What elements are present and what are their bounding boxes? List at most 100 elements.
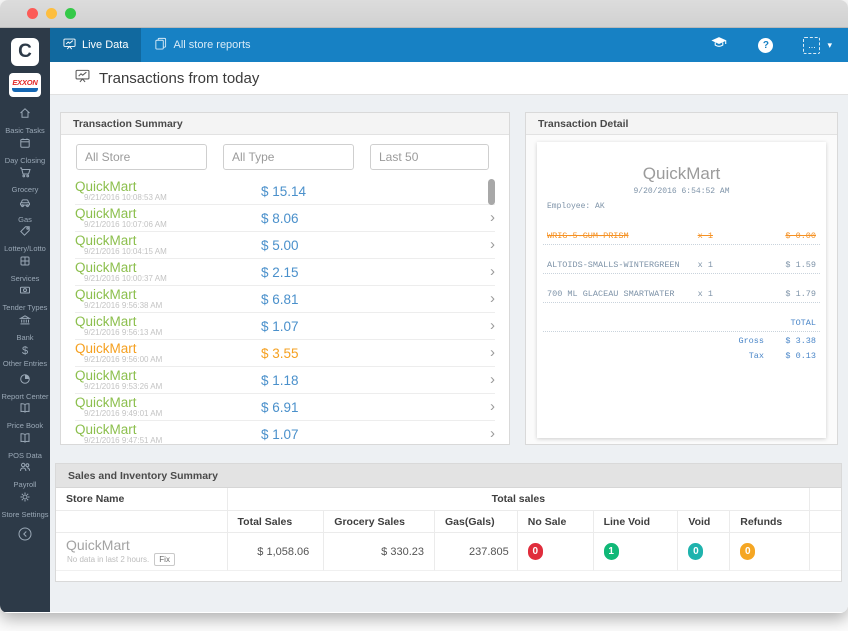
graduation-cap-icon[interactable] (710, 36, 728, 54)
receipt-items: WRIG-5-GUM-PRISM x 1 $ 0.00 ALTOIDS-SMAL… (537, 231, 826, 303)
transaction-amount: $ 5.00 (261, 237, 299, 253)
sidebar-item-basic-tasks[interactable]: Basic Tasks (0, 106, 50, 136)
sidebar-item-gas[interactable]: Gas (0, 195, 50, 225)
limit-filter-input[interactable] (370, 144, 489, 170)
gear-icon (19, 490, 31, 508)
receipt-tax-line: Tax $ 0.13 (748, 351, 816, 361)
sidebar-item-other-entries[interactable]: $ Other Entries (0, 342, 50, 372)
gas-gals-value: 237.805 (435, 533, 518, 571)
bank-icon (18, 313, 32, 331)
tab-label: Live Data (82, 39, 129, 51)
page-title: Transactions from today (99, 69, 260, 87)
transaction-list: QuickMart9/21/2016 10:08:53 AM $ 15.14 ›… (61, 178, 509, 446)
tab-all-store-reports[interactable]: All store reports (141, 28, 263, 62)
sidebar-item-label: Payroll (13, 480, 37, 490)
receipt-divider (543, 273, 820, 274)
transaction-time: 9/21/2016 10:00:37 AM (84, 274, 167, 283)
tab-live-data[interactable]: Live Data (50, 28, 142, 62)
transaction-row[interactable]: QuickMart 9/21/2016 10:07:06 AM $ 8.06 › (75, 205, 495, 232)
transaction-row[interactable]: QuickMart 9/21/2016 9:56:38 AM $ 6.81 › (75, 286, 495, 313)
top-navbar: Live Data All store reports ? ... ▾ (50, 28, 848, 62)
sidebar-item-label: Other Entries (2, 359, 48, 369)
tab-label: All store reports (173, 39, 251, 51)
store-name: QuickMart (75, 260, 137, 275)
content-area: Transaction Summary QuickMart9/21/2016 1… (50, 95, 848, 612)
store-filter-input[interactable] (76, 144, 207, 170)
transaction-row[interactable]: QuickMart9/21/2016 10:08:53 AM $ 15.14 › (75, 178, 495, 205)
transaction-time: 9/21/2016 9:53:26 AM (84, 382, 163, 391)
transaction-row-highlighted[interactable]: QuickMart 9/21/2016 9:56:00 AM $ 3.55 › (75, 340, 495, 367)
transaction-time: 9/21/2016 9:56:00 AM (84, 355, 163, 364)
receipt-divider (543, 244, 820, 245)
fix-button[interactable]: Fix (154, 552, 175, 566)
chevron-right-icon: › (490, 290, 495, 307)
store-name-header: Store Name (56, 488, 228, 511)
scrollbar-thumb[interactable] (488, 179, 495, 205)
store-name: QuickMart (75, 287, 137, 302)
user-menu[interactable]: ... ▾ (803, 36, 832, 54)
transaction-row[interactable]: QuickMart 9/21/2016 9:49:01 AM $ 6.91 › (75, 394, 495, 421)
store-cell: QuickMart No data in last 2 hours. Fix (56, 533, 228, 571)
calendar-icon (19, 136, 31, 154)
sidebar-item-label: POS Data (8, 450, 42, 460)
sidebar-collapse-button[interactable] (17, 526, 33, 547)
exxon-logo-text: EXXON (12, 78, 38, 87)
refunds-cell: 0 (730, 533, 811, 571)
store-name: QuickMart (75, 179, 137, 194)
receipt-divider (543, 302, 820, 303)
receipt-total-label: TOTAL (790, 318, 816, 328)
transaction-amount: $ 2.15 (261, 264, 299, 280)
zoom-button[interactable] (65, 8, 76, 19)
sidebar-item-label: Report Center (1, 391, 49, 401)
sidebar-item-lottery[interactable]: Lottery/Lotto (0, 224, 50, 254)
sidebar-item-payroll[interactable]: Payroll (0, 460, 50, 490)
void-badge: 0 (688, 543, 704, 560)
app-logo[interactable]: C (11, 38, 39, 66)
no-sale-badge: 0 (527, 543, 543, 560)
transaction-row[interactable]: QuickMart 9/21/2016 10:00:37 AM $ 2.15 › (75, 259, 495, 286)
app-window: C EXXON Basic Tasks Day Closing Grocery (0, 0, 848, 613)
empty-header-cell (810, 511, 841, 533)
panel-title: Sales and Inventory Summary (56, 464, 841, 488)
receipt-item-voided: WRIG-5-GUM-PRISM x 1 $ 0.00 (547, 231, 816, 241)
transaction-time: 9/21/2016 10:04:15 AM (84, 247, 167, 256)
sidebar-item-grocery[interactable]: Grocery (0, 165, 50, 195)
sidebar-item-bank[interactable]: Bank (0, 313, 50, 343)
exxon-logo[interactable]: EXXON (9, 73, 41, 97)
minimize-button[interactable] (46, 8, 57, 19)
sidebar-item-label: Lottery/Lotto (4, 244, 46, 254)
sidebar-item-services[interactable]: Services (0, 254, 50, 284)
transaction-summary-panel: Transaction Summary QuickMart9/21/2016 1… (60, 112, 510, 445)
pie-chart-icon (19, 372, 31, 390)
dollar-icon: $ (21, 345, 29, 358)
transaction-row[interactable]: QuickMart 9/21/2016 10:04:15 AM $ 5.00 › (75, 232, 495, 259)
ticket-tag-icon (19, 224, 31, 242)
store-name: QuickMart (66, 536, 130, 553)
sidebar-item-day-closing[interactable]: Day Closing (0, 136, 50, 166)
store-name: QuickMart (75, 368, 137, 383)
transaction-row[interactable]: QuickMart 9/21/2016 9:53:26 AM $ 1.18 › (75, 367, 495, 394)
close-button[interactable] (27, 8, 38, 19)
sidebar-item-label: Tender Types (2, 303, 48, 313)
sidebar-item-report-center[interactable]: Report Center (0, 372, 50, 402)
transaction-row[interactable]: QuickMart 9/21/2016 9:47:51 AM $ 1.07 › (75, 421, 495, 446)
car-icon (19, 195, 31, 213)
line-void-cell: 1 (593, 533, 679, 571)
transaction-row[interactable]: QuickMart 9/21/2016 9:56:13 AM $ 1.07 › (75, 313, 495, 340)
type-filter-input[interactable] (223, 144, 354, 170)
navbar-right-icons: ? ... ▾ (710, 28, 848, 62)
sidebar-item-label: Store Settings (1, 509, 49, 519)
column-header: No Sale (517, 511, 594, 533)
sidebar-item-pos-data[interactable]: POS Data (0, 431, 50, 461)
chevron-right-icon: › (490, 209, 495, 226)
sidebar-item-store-settings[interactable]: Store Settings (0, 490, 50, 520)
transaction-amount: $ 8.06 (261, 210, 299, 226)
sidebar-item-tender-types[interactable]: Tender Types (0, 283, 50, 313)
reports-copy-icon (154, 37, 167, 53)
live-data-board-icon (63, 37, 76, 53)
receipt-store-name: QuickMart (642, 164, 721, 183)
transaction-amount: $ 3.55 (261, 345, 299, 361)
transaction-time: 9/21/2016 9:49:01 AM (84, 409, 163, 418)
help-icon[interactable]: ? (758, 37, 774, 53)
sidebar-item-price-book[interactable]: Price Book (0, 401, 50, 431)
